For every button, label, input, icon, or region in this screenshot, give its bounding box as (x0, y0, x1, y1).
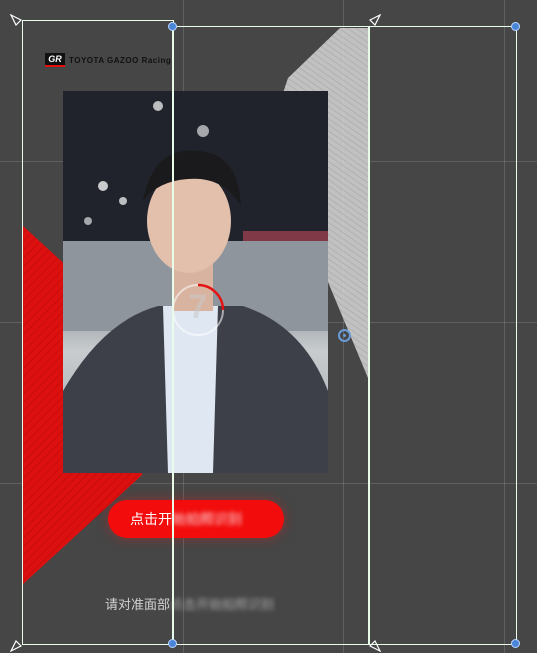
triangle-corner-icon[interactable] (369, 640, 381, 652)
blue-dot-icon[interactable] (168, 639, 177, 648)
triangle-corner-icon[interactable] (10, 640, 22, 652)
triangle-corner-icon[interactable] (10, 14, 22, 26)
pivot-ring-icon[interactable] (338, 329, 351, 342)
selection-frame-left[interactable] (22, 20, 174, 645)
editor-canvas[interactable]: GR TOYOTA GAZOO Racing 7 点击开 始拍照识别 请对准面部点… (0, 0, 537, 653)
blue-dot-icon[interactable] (511, 639, 520, 648)
blue-dot-icon[interactable] (168, 22, 177, 31)
blue-dot-icon[interactable] (511, 22, 520, 31)
triangle-corner-icon[interactable] (369, 14, 381, 26)
selection-frame-right[interactable] (368, 26, 517, 645)
